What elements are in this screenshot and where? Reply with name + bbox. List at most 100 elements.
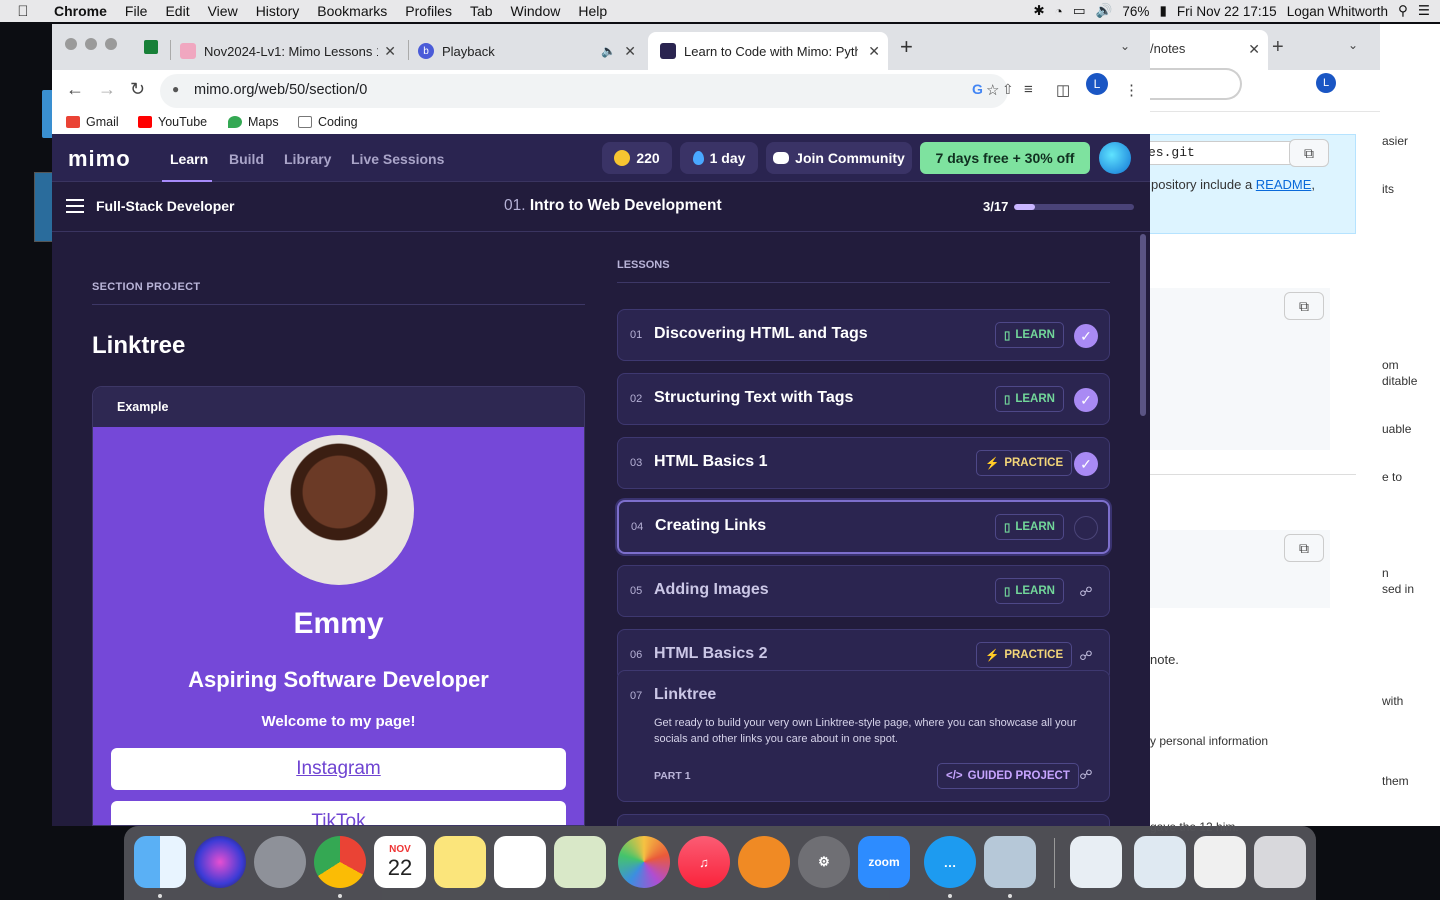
back-profile-avatar[interactable]: L bbox=[1316, 73, 1336, 93]
battery-icon[interactable]: ▮ bbox=[1159, 3, 1166, 19]
scrollbar[interactable] bbox=[1140, 234, 1146, 416]
profile-avatar[interactable]: L bbox=[1086, 73, 1108, 95]
bookmark-star-icon[interactable]: ☆ bbox=[986, 81, 999, 99]
menu-window[interactable]: Window bbox=[502, 3, 570, 19]
menu-help[interactable]: Help bbox=[569, 3, 616, 19]
menu-file[interactable]: File bbox=[116, 3, 157, 19]
preview-icon[interactable] bbox=[554, 836, 606, 888]
new-tab-icon[interactable]: + bbox=[1272, 36, 1284, 59]
user-avatar[interactable] bbox=[1099, 142, 1131, 174]
apple-menu-icon[interactable]:  bbox=[0, 3, 46, 20]
launchpad-icon[interactable] bbox=[254, 836, 306, 888]
share-icon[interactable]: ⇧ bbox=[1002, 81, 1014, 98]
wifi-icon[interactable]: ◔ bbox=[1055, 4, 1063, 19]
copy-icon[interactable]: ⧉ bbox=[1284, 534, 1324, 562]
minimized-window-thumbnail[interactable] bbox=[1134, 836, 1186, 888]
copy-icon[interactable]: ⧉ bbox=[1284, 292, 1324, 320]
menubar-user[interactable]: Logan Whitworth bbox=[1287, 4, 1388, 19]
bookmark-youtube[interactable]: YouTube bbox=[138, 115, 207, 129]
speaker-icon[interactable]: 🔈 bbox=[601, 44, 616, 58]
window-close-button[interactable] bbox=[65, 38, 77, 50]
window-zoom-button[interactable] bbox=[105, 38, 117, 50]
menu-profiles[interactable]: Profiles bbox=[396, 3, 461, 19]
finder-icon[interactable] bbox=[134, 836, 186, 888]
bookmark-maps[interactable]: Maps bbox=[228, 115, 279, 129]
messages-icon[interactable]: … bbox=[924, 836, 976, 888]
volume-icon[interactable]: 🔊 bbox=[1096, 3, 1113, 19]
spotlight-icon[interactable]: ⚲ bbox=[1398, 3, 1408, 19]
close-icon[interactable]: ✕ bbox=[624, 43, 636, 60]
tab-playback[interactable]: b Playback 🔈 ✕ bbox=[418, 32, 640, 70]
new-tab-icon[interactable]: + bbox=[900, 34, 913, 60]
bookmark-gmail[interactable]: Gmail bbox=[66, 115, 119, 129]
control-center-icon[interactable]: ☰ bbox=[1418, 3, 1430, 19]
nav-live-sessions[interactable]: Live Sessions bbox=[351, 151, 444, 167]
menu-app-name[interactable]: Chrome bbox=[46, 3, 116, 19]
coins-button[interactable]: 220 bbox=[602, 142, 672, 174]
menu-history[interactable]: History bbox=[247, 3, 309, 19]
menu-edit[interactable]: Edit bbox=[156, 3, 198, 19]
back-divider bbox=[1150, 474, 1356, 475]
window-minimize-button[interactable] bbox=[85, 38, 97, 50]
close-icon[interactable]: ✕ bbox=[1248, 41, 1260, 58]
notes-icon[interactable] bbox=[434, 836, 486, 888]
google-icon[interactable]: G bbox=[972, 81, 983, 97]
chevron-down-icon[interactable]: ⌄ bbox=[1348, 38, 1358, 52]
lesson-item[interactable]: 03 HTML Basics 1 ⚡ PRACTICE ✓ bbox=[617, 437, 1110, 489]
copy-icon[interactable]: ⧉ bbox=[1289, 139, 1329, 167]
books-icon[interactable] bbox=[738, 836, 790, 888]
track-name[interactable]: Full-Stack Developer bbox=[96, 198, 235, 214]
sheets-icon[interactable] bbox=[144, 40, 158, 54]
lesson-item[interactable]: 02 Structuring Text with Tags ▯ LEARN ✓ bbox=[617, 373, 1110, 425]
lesson-item-current[interactable]: 04 Creating Links ▯ LEARN bbox=[617, 500, 1110, 554]
lesson-item-next[interactable] bbox=[617, 814, 1110, 826]
reminders-icon[interactable] bbox=[494, 836, 546, 888]
back-arrow-icon[interactable]: ← bbox=[66, 79, 84, 100]
free-trial-button[interactable]: 7 days free + 30% off bbox=[920, 142, 1090, 174]
siri-icon[interactable] bbox=[194, 836, 246, 888]
image-capture-icon[interactable] bbox=[984, 836, 1036, 888]
trash-icon[interactable] bbox=[1254, 836, 1306, 888]
tab-mimo-lessons[interactable]: Nov2024-Lv1: Mimo Lessons 1 ✕ bbox=[180, 32, 400, 70]
example-link-instagram[interactable]: Instagram bbox=[111, 748, 566, 790]
chrome-icon[interactable] bbox=[314, 836, 366, 888]
music-icon[interactable]: ♫ bbox=[678, 836, 730, 888]
zoom-icon[interactable]: zoom bbox=[858, 836, 910, 888]
photos-icon[interactable] bbox=[618, 836, 670, 888]
airplay-icon[interactable]: ▭ bbox=[1073, 3, 1086, 19]
site-info-icon[interactable]: ● bbox=[172, 82, 179, 96]
nav-library[interactable]: Library bbox=[284, 151, 331, 167]
minimized-window-thumbnail[interactable] bbox=[1194, 836, 1246, 888]
close-icon[interactable]: ✕ bbox=[384, 43, 396, 60]
side-panel-icon[interactable]: ◫ bbox=[1056, 81, 1070, 99]
mimo-logo[interactable]: mimo bbox=[68, 146, 131, 172]
example-link-tiktok[interactable]: TikTok bbox=[111, 801, 566, 825]
address-bar[interactable]: ● mimo.org/web/50/section/0 G ⇧ bbox=[160, 74, 1014, 108]
streak-button[interactable]: 1 day bbox=[680, 142, 758, 174]
lesson-item-project[interactable]: 07 Linktree Get ready to build your very… bbox=[617, 670, 1110, 802]
menu-tab[interactable]: Tab bbox=[461, 3, 502, 19]
forward-arrow-icon[interactable]: → bbox=[98, 79, 116, 100]
bookmark-coding[interactable]: Coding bbox=[298, 115, 358, 129]
system-settings-icon[interactable]: ⚙ bbox=[798, 836, 850, 888]
tab-mimo-learn[interactable]: Learn to Code with Mimo: Pyth ✕ bbox=[648, 32, 888, 70]
reading-list-icon[interactable]: ≡ bbox=[1024, 81, 1033, 98]
menubar-clock[interactable]: Fri Nov 22 17:15 bbox=[1177, 4, 1277, 19]
chevron-down-icon[interactable]: ⌄ bbox=[1120, 39, 1130, 53]
nav-build[interactable]: Build bbox=[229, 151, 264, 167]
menu-view[interactable]: View bbox=[199, 3, 247, 19]
readme-link[interactable]: README bbox=[1256, 177, 1312, 192]
menu-bookmarks[interactable]: Bookmarks bbox=[308, 3, 396, 19]
calendar-icon[interactable]: NOV 22 bbox=[374, 836, 426, 888]
join-community-button[interactable]: Join Community bbox=[766, 142, 912, 174]
close-icon[interactable]: ✕ bbox=[868, 43, 880, 60]
lesson-item[interactable]: 05 Adding Images ▯ LEARN ☍ bbox=[617, 565, 1110, 617]
nav-learn[interactable]: Learn bbox=[170, 151, 208, 167]
reload-icon[interactable]: ↻ bbox=[130, 79, 145, 100]
hamburger-menu-icon[interactable] bbox=[66, 199, 84, 213]
back-personal-text: y personal information bbox=[1150, 734, 1269, 748]
lesson-item[interactable]: 01 Discovering HTML and Tags ▯ LEARN ✓ bbox=[617, 309, 1110, 361]
bluetooth-icon[interactable]: ✱ bbox=[1033, 3, 1044, 19]
minimized-window-thumbnail[interactable] bbox=[1070, 836, 1122, 888]
more-menu-icon[interactable]: ⋮ bbox=[1124, 81, 1139, 99]
